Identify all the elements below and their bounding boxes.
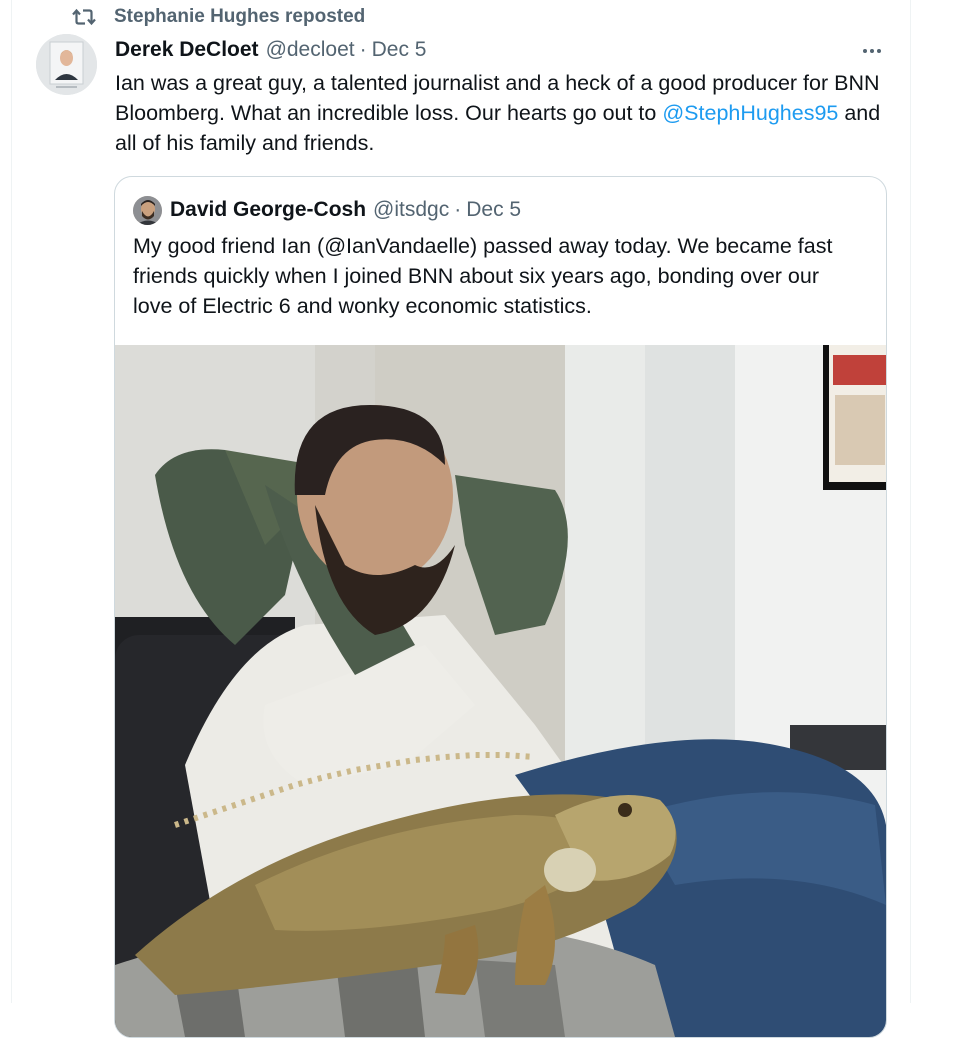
timeline-left-border	[11, 0, 12, 1003]
quoted-tweet-text: My good friend Ian (@IanVandaelle) passe…	[133, 234, 833, 318]
author-avatar[interactable]	[36, 34, 97, 95]
author-name[interactable]: Derek DeCloet	[115, 38, 259, 62]
more-icon-dot	[870, 49, 874, 53]
author-handle[interactable]: @decloet	[266, 38, 355, 62]
more-icon-dot	[877, 49, 881, 53]
mention-link[interactable]: @StephHughes95	[662, 101, 838, 125]
quoted-tweet-date[interactable]: Dec 5	[466, 198, 521, 222]
quoted-author-handle[interactable]: @itsdgc	[373, 198, 449, 222]
repost-label: Stephanie Hughes reposted	[114, 6, 366, 27]
quoted-tweet-photo[interactable]	[115, 345, 886, 1037]
quoted-tweet-header: David George-Cosh @itsdgc · Dec 5	[133, 195, 521, 225]
more-options-button[interactable]	[856, 38, 888, 64]
quoted-author-avatar[interactable]	[133, 195, 162, 225]
tweet-date[interactable]: Dec 5	[372, 38, 427, 62]
tweet-text: Ian was a great guy, a talented journali…	[115, 68, 905, 158]
separator: ·	[454, 198, 462, 221]
repost-icon	[72, 6, 96, 28]
more-icon-dot	[863, 49, 867, 53]
tweet-header: Derek DeCloet @decloet · Dec 5	[115, 36, 426, 64]
repost-indicator[interactable]: Stephanie Hughes reposted	[72, 4, 365, 30]
separator: ·	[359, 38, 367, 61]
timeline-right-border	[910, 0, 911, 1003]
quoted-author-name[interactable]: David George-Cosh	[170, 198, 366, 222]
quoted-tweet-card[interactable]: David George-Cosh @itsdgc · Dec 5 My goo…	[114, 176, 887, 1038]
